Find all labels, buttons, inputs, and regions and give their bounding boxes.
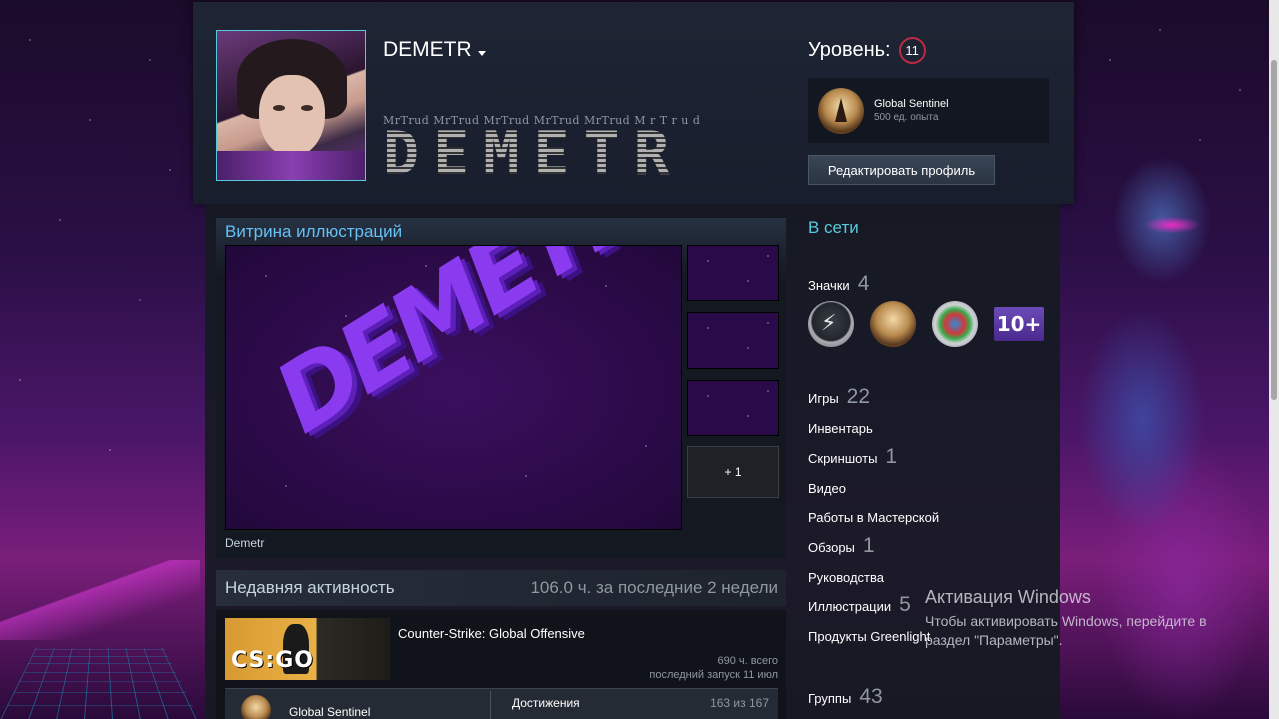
- level-badge[interactable]: 11: [898, 37, 926, 64]
- showcase-main-artwork[interactable]: DEMETR: [225, 245, 682, 530]
- sidebar-item-workshop[interactable]: Работы в Мастерской: [808, 510, 939, 525]
- community-badge-icon[interactable]: [932, 301, 978, 347]
- showcase-more-button[interactable]: + 1: [687, 446, 779, 498]
- level-label: Уровень:: [808, 39, 891, 61]
- years-badge-icon[interactable]: 10+: [994, 307, 1044, 341]
- sidebar-item-videos[interactable]: Видео: [808, 481, 846, 496]
- sidebar-item-badges[interactable]: Значки 4: [808, 272, 869, 296]
- sidebar-item-inventory[interactable]: Инвентарь: [808, 421, 873, 436]
- showcase-caption[interactable]: Demetr: [225, 536, 264, 550]
- background-mountain: [0, 560, 200, 640]
- sidebar-item-games[interactable]: Игры 22: [808, 385, 870, 409]
- game-capsule-csgo[interactable]: CS:GO: [225, 618, 390, 680]
- badge-icons: 10+: [808, 301, 1044, 347]
- sidebar-item-greenlight[interactable]: Продукты Greenlight: [808, 629, 930, 644]
- persona-name: DEMETR: [383, 38, 472, 61]
- game-name[interactable]: Counter-Strike: Global Offensive: [398, 626, 585, 641]
- csgo-logo: CS:GO: [231, 648, 314, 673]
- profile-summary-big-name: DEMETR: [383, 119, 684, 189]
- artwork-text: DEMETR: [256, 245, 664, 455]
- showcase-thumb-1[interactable]: [687, 245, 779, 301]
- game-badge-name[interactable]: Global Sentinel: [289, 705, 370, 719]
- sidebar-item-screenshots[interactable]: Скриншоты 1: [808, 445, 897, 469]
- online-status: В сети: [808, 218, 859, 237]
- sidebar-item-reviews[interactable]: Обзоры 1: [808, 534, 875, 558]
- avatar[interactable]: [216, 30, 366, 181]
- level-row: Уровень: 11: [808, 37, 926, 64]
- profile-header: DEMETR MrTrud MrTrud MrTrud MrTrud MrTru…: [193, 2, 1074, 204]
- game-last-played: последний запуск 11 июл: [649, 669, 778, 681]
- featured-badge[interactable]: Global Sentinel 500 ед. опыта: [808, 78, 1049, 143]
- sidebar-item-artwork[interactable]: Иллюстрации 5: [808, 593, 911, 617]
- global-sentinel-medal-icon: [241, 695, 271, 719]
- recent-activity-hours: 106.0 ч. за последние 2 недели: [530, 578, 778, 597]
- sidebar-item-guides[interactable]: Руководства: [808, 570, 884, 585]
- recent-game-row: CS:GO Counter-Strike: Global Offensive 6…: [216, 610, 786, 719]
- achievements-count: 163 из 167: [710, 696, 769, 710]
- lightning-badge-icon[interactable]: [808, 301, 854, 347]
- achievements-label[interactable]: Достижения: [512, 696, 580, 710]
- showcase-thumb-3[interactable]: [687, 380, 779, 436]
- recent-activity-title: Недавняя активность: [225, 578, 395, 597]
- game-stats: 690 ч. всего последний запуск 11 июл: [649, 654, 778, 682]
- game-achievement-bar: Global Sentinel Достижения 163 из 167: [225, 688, 778, 719]
- showcase-title: Витрина иллюстраций: [225, 222, 403, 241]
- game-total-hours: 690 ч. всего: [717, 655, 778, 667]
- recent-activity-header: Недавняя активность 106.0 ч. за последни…: [216, 570, 786, 606]
- page-scrollbar[interactable]: [1269, 0, 1279, 719]
- global-sentinel-badge-icon[interactable]: [870, 301, 916, 347]
- windows-activation-watermark: Активация Windows Чтобы активировать Win…: [925, 587, 1207, 648]
- featured-badge-name: Global Sentinel: [874, 98, 949, 110]
- showcase-thumb-2[interactable]: [687, 312, 779, 369]
- global-sentinel-medal-icon: [818, 87, 864, 134]
- featured-badge-xp: 500 ед. опыта: [874, 112, 939, 123]
- chevron-down-icon: [477, 50, 486, 56]
- persona-name-dropdown[interactable]: DEMETR: [383, 38, 486, 62]
- sidebar-item-groups[interactable]: Группы 43: [808, 685, 883, 709]
- artwork-showcase: Витрина иллюстраций DEMETR + 1 Demetr: [216, 218, 786, 558]
- scrollbar-thumb[interactable]: [1271, 60, 1277, 400]
- edit-profile-button[interactable]: Редактировать профиль: [808, 155, 995, 185]
